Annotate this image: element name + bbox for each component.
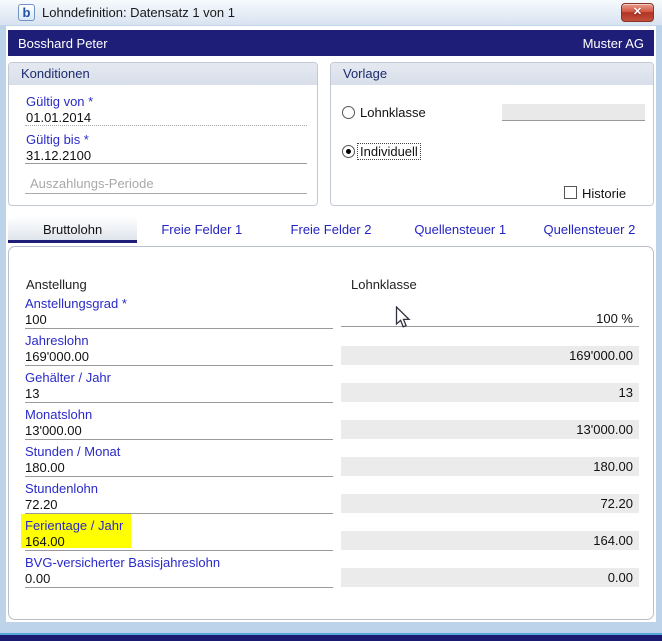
window-title: Lohndefinition: Datensatz 1 von 1 [42, 5, 235, 20]
lohnklasse-field-value: 180.00 [341, 457, 639, 476]
konditionen-group: Konditionen Gültig von * 01.01.2014 Gült… [8, 62, 318, 206]
tab-label: Freie Felder 1 [161, 222, 242, 237]
lohnklasse-field-value: 164.00 [341, 531, 639, 550]
field-value-input[interactable]: 0.00 [25, 571, 50, 586]
field-value-input[interactable]: 13'000.00 [25, 423, 82, 438]
field-label: Gehälter / Jahr [25, 370, 111, 385]
form-row: Stunden / Monat 180.00 180.00 [25, 443, 639, 480]
field-underline [25, 476, 333, 477]
person-name: Bosshard Peter [18, 36, 108, 51]
form-row: Monatslohn 13'000.00 13'000.00 [25, 406, 639, 443]
form-row: Ferientage / Jahr 164.00 164.00 [25, 517, 639, 554]
field-underline [25, 365, 333, 366]
column-header-anstellung: Anstellung [26, 277, 87, 292]
individuell-radio[interactable] [342, 145, 355, 158]
field-underline [25, 328, 333, 329]
title-bar: b Lohndefinition: Datensatz 1 von 1 ✕ [0, 0, 662, 26]
konditionen-group-title: Konditionen [9, 63, 317, 85]
lohnklasse-field-value: 169'000.00 [341, 346, 639, 365]
form-row: Anstellungsgrad * 100 100 % [25, 295, 639, 332]
field-value-input[interactable]: 169'000.00 [25, 349, 89, 364]
lohnklasse-field-value: 72.20 [341, 494, 639, 513]
tab-0[interactable]: Bruttolohn [8, 218, 137, 243]
historie-checkbox[interactable] [564, 186, 577, 199]
company-name: Muster AG [583, 36, 644, 51]
tab-label: Quellensteuer 2 [544, 222, 636, 237]
lohnklasse-value-field [502, 104, 645, 121]
tab-3[interactable]: Quellensteuer 1 [396, 218, 525, 243]
bruttolohn-panel: Anstellung Lohnklasse Anstellungsgrad * … [8, 246, 654, 620]
column-header-lohnklasse: Lohnklasse [351, 277, 417, 292]
tab-2[interactable]: Freie Felder 2 [266, 218, 395, 243]
auszahlungs-periode-field[interactable]: Auszahlungs-Periode [30, 176, 154, 191]
field-underline [25, 587, 333, 588]
field-label: Stunden / Monat [25, 444, 120, 459]
vorlage-group-title: Vorlage [331, 63, 653, 85]
tab-1[interactable]: Freie Felder 1 [137, 218, 266, 243]
form-row: Jahreslohn 169'000.00 169'000.00 [25, 332, 639, 369]
lohnklasse-radio[interactable] [342, 106, 355, 119]
record-header-bar: Bosshard Peter Muster AG [8, 30, 654, 56]
gueltig-bis-label: Gültig bis * [26, 132, 89, 147]
field-value-input[interactable]: 13 [25, 386, 39, 401]
field-underline [25, 402, 333, 403]
gueltig-von-underline [25, 125, 307, 126]
tab-label: Quellensteuer 1 [414, 222, 506, 237]
tab-4[interactable]: Quellensteuer 2 [525, 218, 654, 243]
form-row: Stundenlohn 72.20 72.20 [25, 480, 639, 517]
field-value-input[interactable]: 100 [25, 312, 47, 327]
form-rows: Anstellungsgrad * 100 100 % Jahreslohn 1… [25, 295, 639, 591]
field-value-input[interactable]: 164.00 [25, 534, 65, 549]
field-label: Stundenlohn [25, 481, 98, 496]
lohnklasse-field-value: 0.00 [341, 568, 639, 587]
field-label: Monatslohn [25, 407, 92, 422]
bottom-status-bar [0, 633, 662, 641]
auszahlungs-periode-underline [25, 193, 307, 194]
tab-label: Freie Felder 2 [291, 222, 372, 237]
field-label: Jahreslohn [25, 333, 89, 348]
field-label: Anstellungsgrad * [25, 296, 127, 311]
close-button[interactable]: ✕ [621, 3, 654, 22]
field-underline [25, 550, 333, 551]
gueltig-bis-underline [25, 163, 307, 164]
lohnklasse-field-value: 100 % [341, 309, 639, 327]
gueltig-von-field[interactable]: 01.01.2014 [26, 110, 91, 125]
gueltig-bis-field[interactable]: 31.12.2100 [26, 148, 91, 163]
app-icon: b [18, 4, 35, 21]
tab-strip: Bruttolohn Freie Felder 1 Freie Felder 2… [8, 218, 654, 243]
mouse-cursor [395, 306, 413, 330]
gueltig-von-label: Gültig von * [26, 94, 93, 109]
vorlage-group: Vorlage [330, 62, 654, 206]
individuell-radio-label[interactable]: Individuell [358, 144, 420, 159]
form-row: Gehälter / Jahr 13 13 [25, 369, 639, 406]
field-value-input[interactable]: 180.00 [25, 460, 65, 475]
field-label: Ferientage / Jahr [25, 518, 123, 533]
lohnklasse-field-value: 13'000.00 [341, 420, 639, 439]
historie-checkbox-label[interactable]: Historie [582, 186, 626, 201]
lohnklasse-radio-label[interactable]: Lohnklasse [360, 105, 426, 120]
field-value-input[interactable]: 72.20 [25, 497, 58, 512]
field-label: BVG-versicherter Basisjahreslohn [25, 555, 220, 570]
lohndefinition-window: b Lohndefinition: Datensatz 1 von 1 ✕ Bo… [0, 0, 662, 641]
lohnklasse-field-value: 13 [341, 383, 639, 402]
form-row: BVG-versicherter Basisjahreslohn 0.00 0.… [25, 554, 639, 591]
field-underline [25, 439, 333, 440]
tab-label: Bruttolohn [43, 222, 102, 237]
